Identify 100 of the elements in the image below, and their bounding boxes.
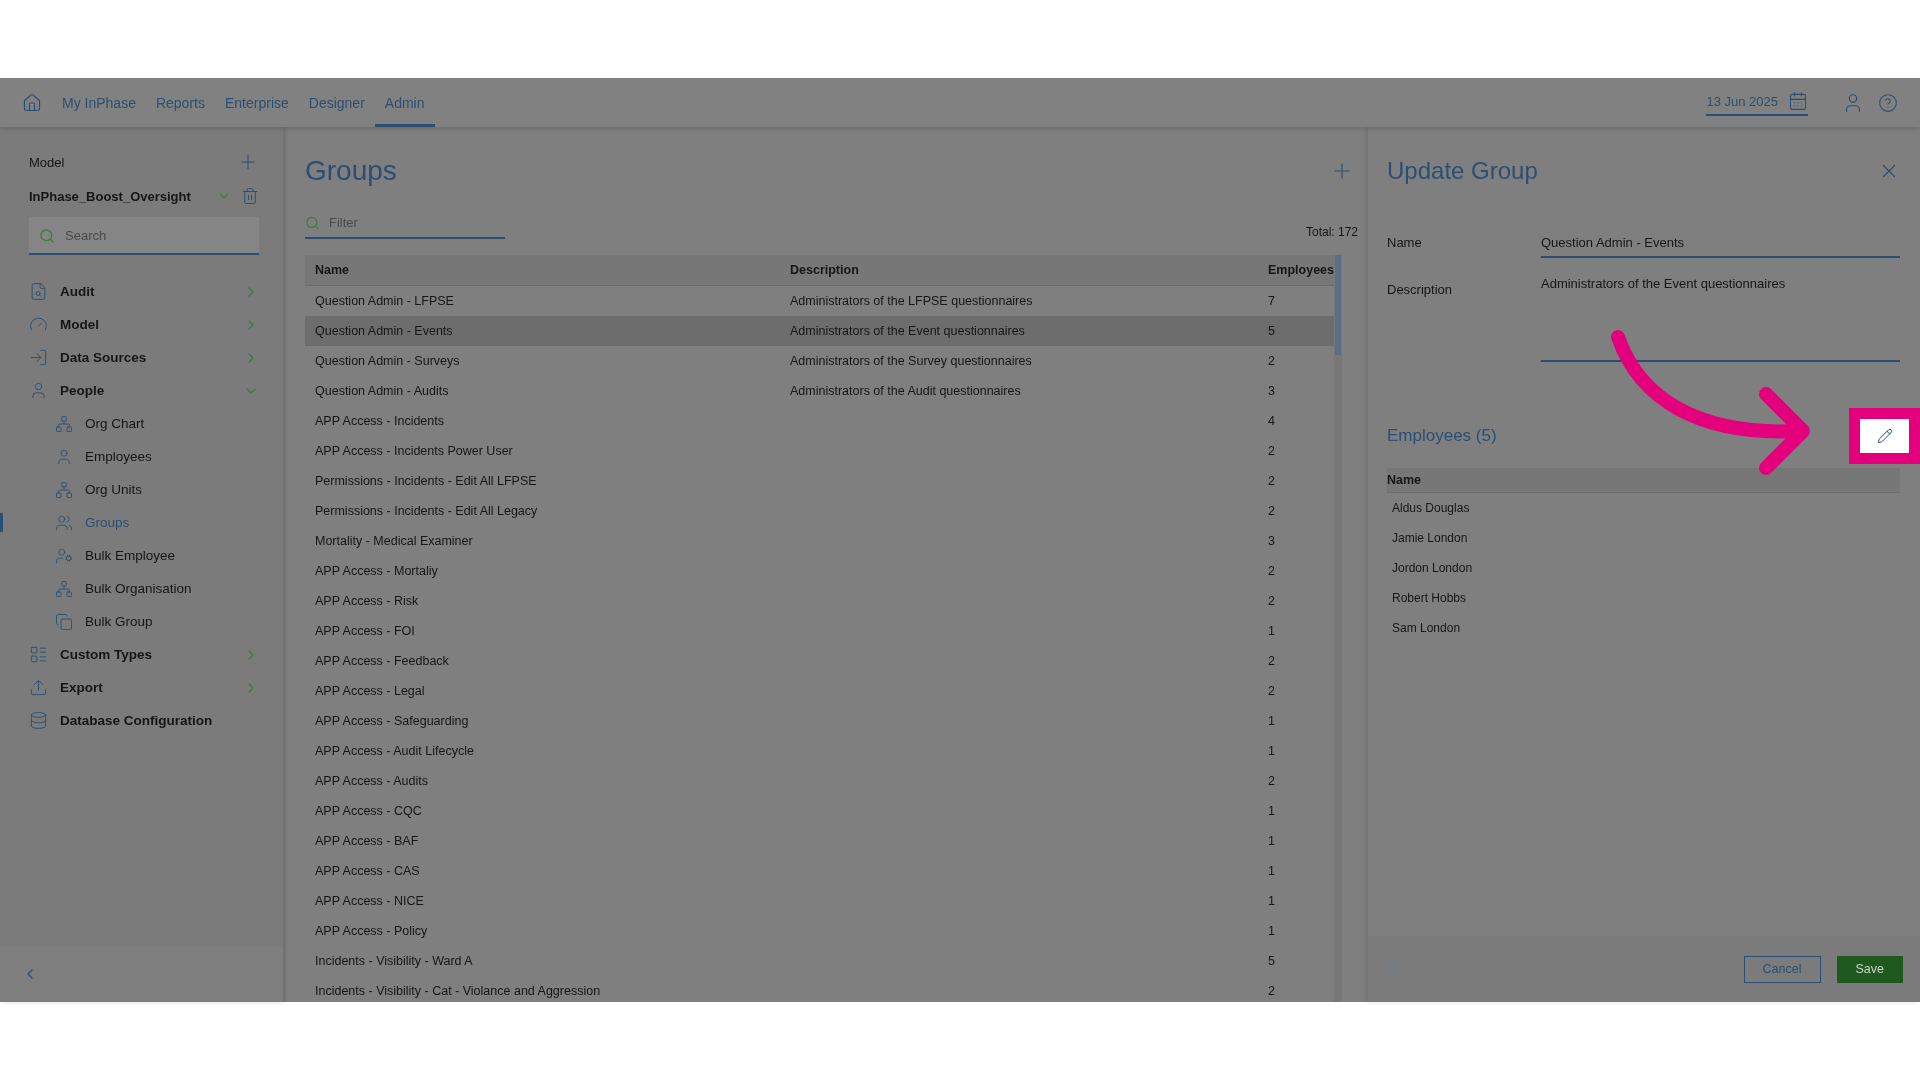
save-button[interactable]: Save xyxy=(1836,955,1903,983)
nav-tab[interactable]: Admin xyxy=(374,78,435,127)
table-cell-text: Administrators of the LFPSE questionnaires xyxy=(789,294,1034,308)
table-cell-text: 7 xyxy=(1267,294,1276,308)
person-icon xyxy=(29,381,48,400)
table-cell-text: Administrators of the Survey questionnaires xyxy=(789,354,1033,368)
sidebar-subitem[interactable]: Org Units xyxy=(29,473,259,506)
nav-tab[interactable]: Enterprise xyxy=(214,78,299,127)
table-cell-text: 2 xyxy=(1267,684,1276,698)
person-gear-icon xyxy=(55,546,73,565)
nav-tab[interactable]: My InPhase xyxy=(52,78,146,127)
table-cell-text: Incidents - Visibility - Cat - Violance and Aggression xyxy=(314,984,602,998)
table-cell-text: 2 xyxy=(1267,474,1276,488)
sidebar-item[interactable]: Audit xyxy=(29,275,259,308)
help-icon[interactable] xyxy=(1878,92,1898,113)
table-cell-text: 2 xyxy=(1267,444,1276,458)
table-cell-text: APP Access - NICE xyxy=(314,894,425,908)
table-cell-text: 2 xyxy=(1267,504,1276,518)
sidebar-subitem[interactable]: Bulk Employee xyxy=(29,539,259,572)
sidebar-subitem[interactable]: Org Chart xyxy=(29,407,259,440)
table-cell-text: 5 xyxy=(1267,954,1276,968)
table-cell-text: 1 xyxy=(1267,864,1276,878)
field-label: Name xyxy=(1387,235,1423,252)
table-cell-text: APP Access - Incidents Power User xyxy=(314,444,514,458)
table-cell-text: Question Admin - LFPSE xyxy=(314,294,455,308)
nav-tab[interactable]: Reports xyxy=(145,78,215,127)
panel-title: Update Group xyxy=(1387,157,1538,185)
table-cell-text: APP Access - Policy xyxy=(314,924,429,938)
table-cell-text: APP Access - FOI xyxy=(314,624,416,638)
hierarchy-icon xyxy=(55,480,73,499)
table-cell-text: Question Admin - Surveys xyxy=(314,354,461,368)
total-count: Total: 172 xyxy=(1305,225,1358,239)
login-icon xyxy=(29,348,48,367)
table-cell-text: APP Access - Audits xyxy=(314,774,430,788)
table-cell-text: Permissions - Incidents - Edit All LFPSE xyxy=(314,474,538,488)
column-header[interactable]: Employees xyxy=(1258,263,1334,277)
field-label: Description xyxy=(1387,281,1454,299)
hierarchy-icon xyxy=(55,579,73,598)
list-icon xyxy=(29,645,48,664)
table-cell-text: Administrators of the Event questionnaires xyxy=(789,324,1026,338)
section-title: Employees (5) xyxy=(1387,426,1497,446)
column-header[interactable]: Description xyxy=(780,263,1258,277)
column-header[interactable]: Name xyxy=(1387,473,1422,487)
pencil-icon xyxy=(1876,428,1893,444)
date-field[interactable]: 13 Jun 2025 xyxy=(1706,89,1808,116)
table-cell-text: APP Access - CAS xyxy=(314,864,421,878)
document-search-icon xyxy=(29,282,48,301)
page-title: Groups xyxy=(305,155,397,187)
copy-icon xyxy=(55,612,73,631)
table-cell-text: APP Access - Risk xyxy=(314,594,420,608)
column-header[interactable]: Name xyxy=(305,263,780,277)
calendar-icon[interactable] xyxy=(1788,91,1808,111)
table-cell-text: APP Access - Safeguarding xyxy=(314,714,470,728)
table-cell-text: Question Admin - Events xyxy=(314,324,454,338)
table-cell-text: Mortality - Medical Examiner xyxy=(314,534,474,548)
model-select[interactable]: InPhase_Boost_Oversight xyxy=(29,188,191,204)
table-cell-text: 4 xyxy=(1267,414,1276,428)
table-cell-text: Question Admin - Audits xyxy=(314,384,450,398)
sidebar-subitem[interactable]: Bulk Group xyxy=(29,605,259,638)
table-cell-text: APP Access - Feedback xyxy=(314,654,450,668)
name-field[interactable]: Question Admin - Events xyxy=(1541,229,1900,258)
group-icon xyxy=(55,513,73,532)
person-icon xyxy=(55,447,73,466)
table-cell-text: Incidents - Visibility - Ward A xyxy=(314,954,474,968)
database-icon xyxy=(29,711,48,730)
table-cell-text: 1 xyxy=(1267,804,1276,818)
table-cell-text: APP Access - Incidents xyxy=(314,414,445,428)
sidebar-item[interactable]: Custom Types xyxy=(29,638,259,671)
employee-name: Aldus Douglas xyxy=(1392,501,1470,515)
sidebar-subitem[interactable]: Employees xyxy=(29,440,259,473)
scrollbar[interactable] xyxy=(1334,255,1342,1002)
table-cell-text: 1 xyxy=(1267,924,1276,938)
employee-name: Sam London xyxy=(1392,621,1461,635)
sidebar-item[interactable]: Model xyxy=(29,308,259,341)
nav-tab[interactable]: Designer xyxy=(298,78,375,127)
table-cell-text: 1 xyxy=(1267,714,1276,728)
employee-name: Jordon London xyxy=(1392,561,1473,575)
edit-button[interactable] xyxy=(1849,408,1920,464)
search-icon xyxy=(39,228,55,244)
table-cell-text: 2 xyxy=(1267,654,1276,668)
search-icon xyxy=(305,215,320,231)
sidebar-item[interactable]: Database Configuration xyxy=(29,704,259,737)
home-icon[interactable] xyxy=(22,92,42,113)
employee-name: Jamie London xyxy=(1392,531,1468,545)
table-cell-text: 2 xyxy=(1267,354,1276,368)
sidebar-subitem[interactable]: Bulk Organisation xyxy=(29,572,259,605)
table-cell-text: 1 xyxy=(1267,834,1276,848)
table-cell-text: APP Access - BAF xyxy=(314,834,420,848)
table-cell-text: 3 xyxy=(1267,534,1276,548)
table-cell-text: Administrators of the Audit questionnaires xyxy=(789,384,1022,398)
table-cell-text: 1 xyxy=(1267,894,1276,908)
sidebar-item[interactable]: Export xyxy=(29,671,259,704)
employee-name: Robert Hobbs xyxy=(1392,591,1467,605)
table-row[interactable]: Question Admin - Events Administrators of the Event questionnaires 5 xyxy=(305,316,1334,346)
trash-icon[interactable] xyxy=(241,187,259,205)
description-field[interactable]: Administrators of the Event questionnaires xyxy=(1541,272,1900,362)
table-cell-text: 1 xyxy=(1267,744,1276,758)
sidebar-item[interactable]: Data Sources xyxy=(29,341,259,374)
search-field[interactable]: Search xyxy=(29,217,259,255)
sidebar-item[interactable]: People xyxy=(29,374,259,407)
